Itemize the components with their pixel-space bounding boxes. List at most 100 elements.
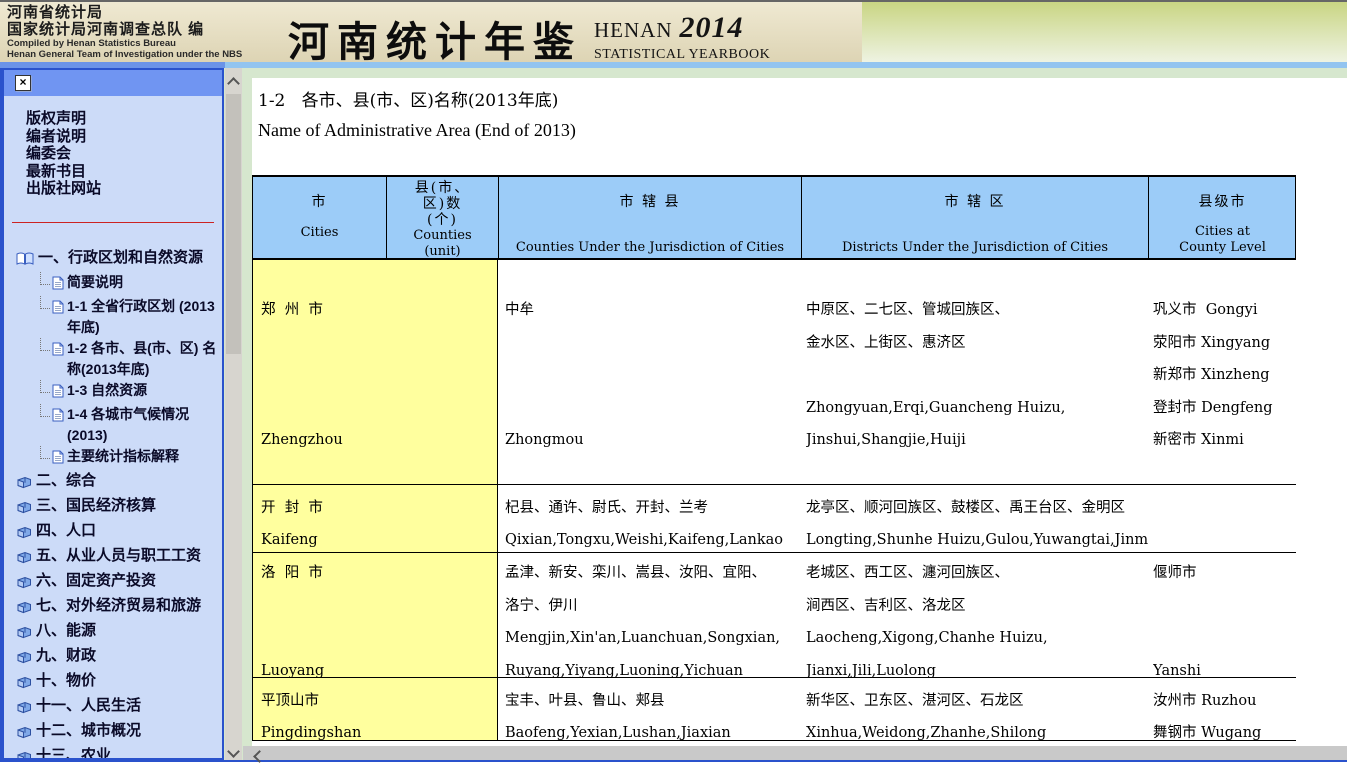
document-icon	[52, 299, 64, 320]
header-line: 市 辖 区	[944, 194, 1006, 210]
header-line: 县(市、	[414, 180, 471, 196]
cell-line: Longting,Shunhe Huizu,Gulou,Yuwangtai,Ji…	[806, 532, 1148, 548]
cell-line: Baofeng,Yexian,Lushan,Jiaxian	[505, 725, 731, 740]
cell-line: 新郑市 Xinzheng	[1153, 367, 1270, 383]
sidebar-chapter[interactable]: 四、人口	[16, 520, 222, 545]
scroll-left-button[interactable]	[253, 748, 267, 763]
sidebar-chapter[interactable]: 七、对外经济贸易和旅游	[16, 595, 222, 620]
header-line: Cities at	[1195, 224, 1250, 239]
publisher-line: 河南省统计局	[7, 4, 104, 21]
document-icon	[52, 449, 64, 470]
sidebar-table-item[interactable]: 简要说明	[40, 271, 222, 296]
sidebar-link[interactable]: 编委会	[26, 145, 222, 163]
book-icon	[16, 749, 32, 758]
cell-line: Jinshui,Shangjie,Huiji	[806, 432, 966, 448]
sidebar-table-item[interactable]: 1-4 各城市气候情况 (2013)	[40, 403, 222, 446]
chapter-label: 一、行政区划和自然资源	[38, 248, 204, 266]
sidebar-chapter[interactable]: 三、国民经济核算	[16, 495, 222, 520]
header-line: County Level	[1179, 239, 1266, 255]
sidebar-link[interactable]: 出版社网站	[26, 180, 222, 198]
document-icon	[52, 407, 64, 428]
sidebar-chapter[interactable]: 一、行政区划和自然资源	[16, 247, 222, 272]
table-body: 郑 州 市 Zhengzhou 中牟 Zhongmou 中原区、二七区、管城回族区、 金水…	[252, 260, 1296, 741]
cell-line: Qixian,Tongxu,Weishi,Kaifeng,Lankao	[505, 532, 783, 548]
vertical-scrollbar-thumb[interactable]	[226, 94, 241, 354]
publisher-line: 国家统计局河南调查总队 编	[7, 21, 205, 38]
cell-line: 洛宁、伊川	[505, 597, 578, 614]
cell-line	[806, 359, 1148, 392]
cell-line: 巩义市 Gongyi	[1153, 302, 1258, 318]
column-header-cn: 市	[312, 180, 328, 210]
sidebar-chapter[interactable]: 二、综合	[16, 470, 222, 495]
sidebar-table-item[interactable]: 1-1 全省行政区划 (2013年底)	[40, 295, 222, 338]
table-title-en: Name of Administrative Area (End of 2013…	[258, 120, 576, 140]
table-item-label: 1-2 各市、县(市、区) 名称(2013年底)	[67, 339, 217, 377]
header-line: (unit)	[424, 243, 461, 259]
tree-connector	[40, 379, 50, 393]
sidebar-link[interactable]: 版权声明	[26, 110, 222, 128]
sidebar-table-item[interactable]: 1-3 自然资源	[40, 379, 222, 404]
sidebar-chapter[interactable]: 六、固定资产投资	[16, 570, 222, 595]
cell-line: Ruyang,Yiyang,Luoning,Yichuan	[505, 662, 743, 678]
sidebar-chapter[interactable]: 八、能源	[16, 620, 222, 645]
header-line: Counties	[413, 228, 472, 243]
sidebar-chapter[interactable]: 十、物价	[16, 670, 222, 695]
cell-line: Zhongmou	[505, 432, 584, 448]
scroll-up-button[interactable]	[227, 75, 241, 90]
book-icon	[16, 624, 32, 645]
city-cell: 郑 州 市 Zhengzhou	[253, 260, 498, 484]
chapter-label: 五、从业人员与职工工资	[36, 546, 202, 564]
table-item-label: 1-4 各城市气候情况 (2013)	[67, 405, 190, 443]
cell-line: 偃师市	[1153, 565, 1197, 581]
column-header-cn: 县(市、 区)数 (个)	[415, 180, 470, 228]
sidebar-chapter[interactable]: 九、财政	[16, 645, 222, 670]
chapter-label: 八、能源	[36, 621, 97, 639]
column-header-en: Cities at County Level	[1179, 224, 1266, 255]
cell-line: 开 封 市	[261, 500, 323, 516]
banner-right-decor	[862, 0, 1347, 62]
cell-line	[261, 327, 497, 360]
tree-connector	[40, 445, 50, 459]
cell-line: Pingdingshan	[261, 725, 362, 740]
column-header-en: Districts Under the Jurisdiction of Citi…	[842, 240, 1108, 256]
table-row: 郑 州 市 Zhengzhou 中牟 Zhongmou 中原区、二七区、管城回族区、 金水…	[252, 260, 1296, 485]
chapter-label: 二、综合	[36, 471, 97, 489]
sidebar-table-item[interactable]: 主要统计指标解释	[40, 445, 222, 470]
cell-line: 涧西区、吉利区、洛龙区	[806, 597, 966, 614]
document-icon	[52, 341, 64, 362]
counties-cell: 宝丰、叶县、鲁山、郏县 Baofeng,Yexian,Lushan,Jiaxian	[498, 678, 801, 740]
cell-line: Mengjin,Xin'an,Luanchuan,Songxian,	[505, 630, 781, 646]
book-icon	[16, 499, 32, 520]
county-level-cities-cell: 偃师市 Yanshi	[1148, 553, 1296, 677]
yearbook-title-en: HENAN 2014 STATISTICAL YEARBOOK	[594, 11, 771, 68]
column-header: 市 辖 区 Districts Under the Jurisdiction of…	[801, 177, 1148, 258]
cell-line: Zhongyuan,Erqi,Guancheng Huizu,	[806, 399, 1066, 416]
sidebar-link[interactable]: 编者说明	[26, 128, 222, 146]
cell-line: Xinhua,Weidong,Zhanhe,Shilong	[806, 725, 1047, 740]
vertical-scrollbar[interactable]	[225, 68, 242, 760]
book-icon	[16, 599, 32, 620]
sidebar-chapter[interactable]: 十一、人民生活	[16, 695, 222, 720]
chevron-up-icon	[227, 77, 240, 90]
cell-line: 杞县、通许、尉氏、开封、兰考	[505, 500, 708, 516]
sidebar-chapter[interactable]: 十三、农业	[16, 745, 222, 760]
column-header-en: Counties Under the Jurisdiction of Citie…	[516, 240, 784, 256]
sidebar-table-item[interactable]: 1-2 各市、县(市、区) 名称(2013年底)	[40, 337, 222, 380]
chapter-label: 六、固定资产投资	[36, 571, 157, 589]
table-header-row: 市 Cities 县(市、 区)数 (个) Counties (unit) 市 辖 县 Coun…	[252, 175, 1296, 260]
column-header-cn: 市 辖 县	[620, 180, 681, 210]
sidebar-chapter[interactable]: 十二、城市概况	[16, 720, 222, 745]
table-title-cn: 1-2 各市、县(市、区)名称(2013年底)	[258, 91, 559, 111]
chapter-label: 十三、农业	[36, 746, 112, 760]
scroll-down-button[interactable]	[227, 743, 241, 758]
cell-line	[505, 392, 801, 425]
column-header: 县级市 Cities at County Level	[1148, 177, 1296, 258]
close-icon[interactable]: ×	[15, 75, 31, 91]
cell-line	[1153, 590, 1296, 623]
document-panel: 1-2 各市、县(市、区)名称(2013年底) Name of Administ…	[252, 78, 1347, 746]
sidebar-chapter[interactable]: 五、从业人员与职工工资	[16, 545, 222, 570]
counties-cell: 中牟 Zhongmou	[498, 260, 801, 484]
cell-line: 荥阳市 Xingyang	[1153, 334, 1271, 351]
horizontal-scrollbar[interactable]	[243, 746, 1347, 763]
sidebar-link[interactable]: 最新书目	[26, 163, 222, 181]
